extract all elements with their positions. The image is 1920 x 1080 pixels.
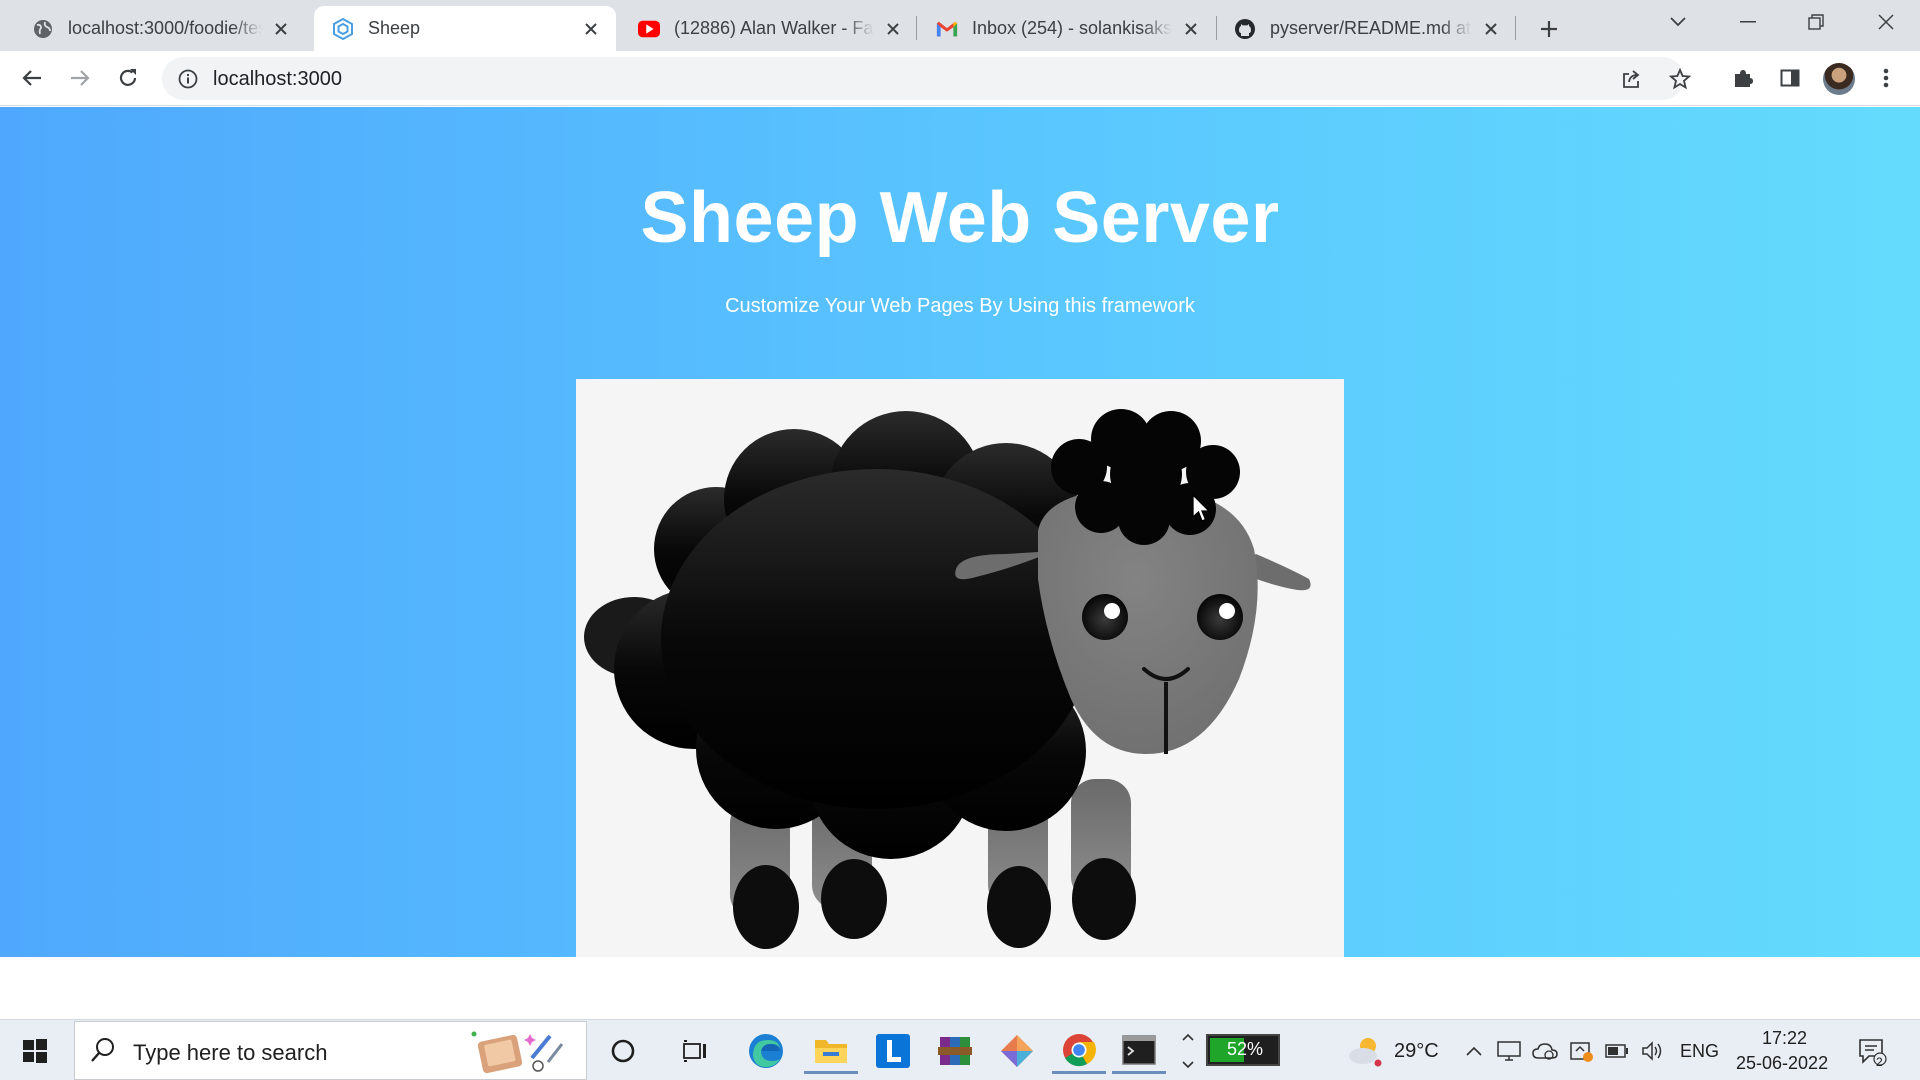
site-info-icon[interactable] <box>176 67 200 91</box>
windows-taskbar: Type here to search 52% 29°C ENG 17:22 2… <box>0 1019 1920 1080</box>
cloud-sync-icon <box>1532 1043 1558 1060</box>
battery-meter-widget[interactable]: 52% <box>1206 1034 1280 1066</box>
tab-gmail[interactable]: Inbox (254) - solankisakshi <box>918 6 1216 51</box>
terminal-icon <box>1122 1034 1156 1065</box>
start-button[interactable] <box>10 1028 60 1074</box>
windows-logo-icon <box>23 1039 47 1063</box>
tab-title: Sheep <box>368 18 421 38</box>
action-center-button[interactable]: 2 <box>1852 1028 1892 1074</box>
search-placeholder: Type here to search <box>133 1040 328 1065</box>
close-tab-icon[interactable] <box>882 18 904 40</box>
tab-title: pyserver/README.md at main <box>1270 18 1472 38</box>
clock-time[interactable]: 17:22 <box>1762 1028 1807 1049</box>
tab-sheep[interactable]: Sheep <box>314 6 616 51</box>
search-highlight-illustration-icon <box>471 1031 564 1074</box>
terminal-button[interactable] <box>1112 1028 1166 1074</box>
cortana-button[interactable] <box>598 1028 648 1074</box>
tray-security-button[interactable] <box>1566 1028 1596 1074</box>
battery-icon <box>1605 1044 1628 1058</box>
new-tab-button[interactable] <box>1532 12 1566 46</box>
sheep-image <box>576 379 1344 957</box>
forward-button[interactable] <box>62 60 98 96</box>
edge-icon <box>749 1034 783 1068</box>
address-bar[interactable]: localhost:3000 <box>162 57 1691 100</box>
tab-search-chevron-down-icon[interactable] <box>1650 0 1706 44</box>
black-sheep-illustration <box>584 409 1311 949</box>
tab-separator <box>916 16 917 40</box>
url-text[interactable]: localhost:3000 <box>213 68 342 91</box>
extensions-puzzle-icon[interactable] <box>1725 60 1761 96</box>
tray-onedrive-button[interactable] <box>1530 1028 1560 1074</box>
chevron-up-down-icon <box>1182 1033 1194 1069</box>
file-explorer-button[interactable] <box>804 1028 858 1074</box>
tab-title: (12886) Alan Walker - Faded <box>674 18 874 38</box>
tab-separator <box>1216 16 1217 40</box>
weather-temperature[interactable]: 29°C <box>1394 1040 1439 1063</box>
tab-youtube[interactable]: (12886) Alan Walker - Faded <box>620 6 918 51</box>
share-icon[interactable] <box>1616 63 1648 95</box>
task-view-button[interactable] <box>670 1028 720 1074</box>
codepen-hex-icon <box>332 17 354 40</box>
l-app-icon <box>876 1034 910 1068</box>
weather-sun-cloud-icon <box>1349 1038 1382 1067</box>
close-window-button[interactable] <box>1858 0 1914 44</box>
tab-localhost-foodie[interactable]: localhost:3000/foodie/test <box>14 6 306 51</box>
winrar-books-icon <box>938 1037 972 1065</box>
menu-kebab-icon[interactable] <box>1868 60 1904 96</box>
tray-display-button[interactable] <box>1494 1028 1524 1074</box>
tray-battery-button[interactable] <box>1602 1028 1632 1074</box>
back-button[interactable] <box>14 60 50 96</box>
notification-count: 2 <box>1876 1055 1883 1069</box>
mouse-cursor-icon <box>1192 494 1211 522</box>
bookmark-star-icon[interactable] <box>1664 63 1696 95</box>
page-subtitle: Customize Your Web Pages By Using this f… <box>725 295 1195 317</box>
tab-title: Inbox (254) - solankisakshi <box>972 18 1172 38</box>
task-view-icon <box>683 1040 706 1062</box>
folder-icon <box>815 1039 847 1063</box>
reload-button[interactable] <box>110 60 146 96</box>
web-page: Sheep Web Server Customize Your Web Page… <box>0 107 1920 1019</box>
restore-button[interactable] <box>1788 0 1844 44</box>
youtube-icon <box>638 18 660 40</box>
page-title: Sheep Web Server <box>640 178 1280 258</box>
gmail-icon <box>936 18 958 40</box>
git-diamond-icon <box>1001 1035 1033 1067</box>
input-language[interactable]: ENG <box>1680 1041 1719 1062</box>
chrome-icon <box>1063 1033 1096 1066</box>
tab-strip: localhost:3000/foodie/test Sheep (12886)… <box>0 0 1920 51</box>
winrar-button[interactable] <box>928 1028 982 1074</box>
taskbar-search-box[interactable]: Type here to search <box>74 1021 587 1080</box>
chrome-button[interactable] <box>1052 1028 1106 1074</box>
tab-separator <box>1515 16 1516 40</box>
show-hidden-icons-button[interactable] <box>1460 1028 1488 1074</box>
tab-title: localhost:3000/foodie/test <box>68 18 262 38</box>
hero-section: Sheep Web Server Customize Your Web Page… <box>0 107 1920 957</box>
display-icon <box>1497 1041 1521 1061</box>
close-tab-icon[interactable] <box>1480 18 1502 40</box>
edge-app-button[interactable] <box>741 1028 791 1074</box>
github-icon <box>1234 18 1256 40</box>
tray-volume-button[interactable] <box>1638 1028 1668 1074</box>
battery-percent: 52% <box>1226 1039 1264 1059</box>
cortana-circle-icon <box>611 1039 635 1063</box>
security-alert-icon <box>1570 1042 1593 1062</box>
close-tab-icon[interactable] <box>1180 18 1202 40</box>
speaker-icon <box>1642 1041 1662 1061</box>
browser-toolbar: localhost:3000 <box>0 51 1920 106</box>
clock-date[interactable]: 25-06-2022 <box>1736 1053 1828 1074</box>
search-icon <box>91 1038 114 1062</box>
tab-github[interactable]: pyserver/README.md at main <box>1216 6 1516 51</box>
l-app-button[interactable] <box>866 1028 920 1074</box>
taskbar-scroll-arrows[interactable] <box>1176 1028 1200 1074</box>
chevron-up-icon <box>1466 1046 1482 1056</box>
close-tab-icon[interactable] <box>270 18 292 40</box>
weather-widget[interactable] <box>1344 1028 1388 1074</box>
minimize-button[interactable] <box>1720 0 1776 44</box>
globe-icon <box>32 18 54 40</box>
side-panel-icon[interactable] <box>1772 60 1808 96</box>
profile-avatar[interactable] <box>1823 63 1855 95</box>
git-tool-button[interactable] <box>990 1028 1044 1074</box>
close-tab-icon[interactable] <box>580 18 602 40</box>
